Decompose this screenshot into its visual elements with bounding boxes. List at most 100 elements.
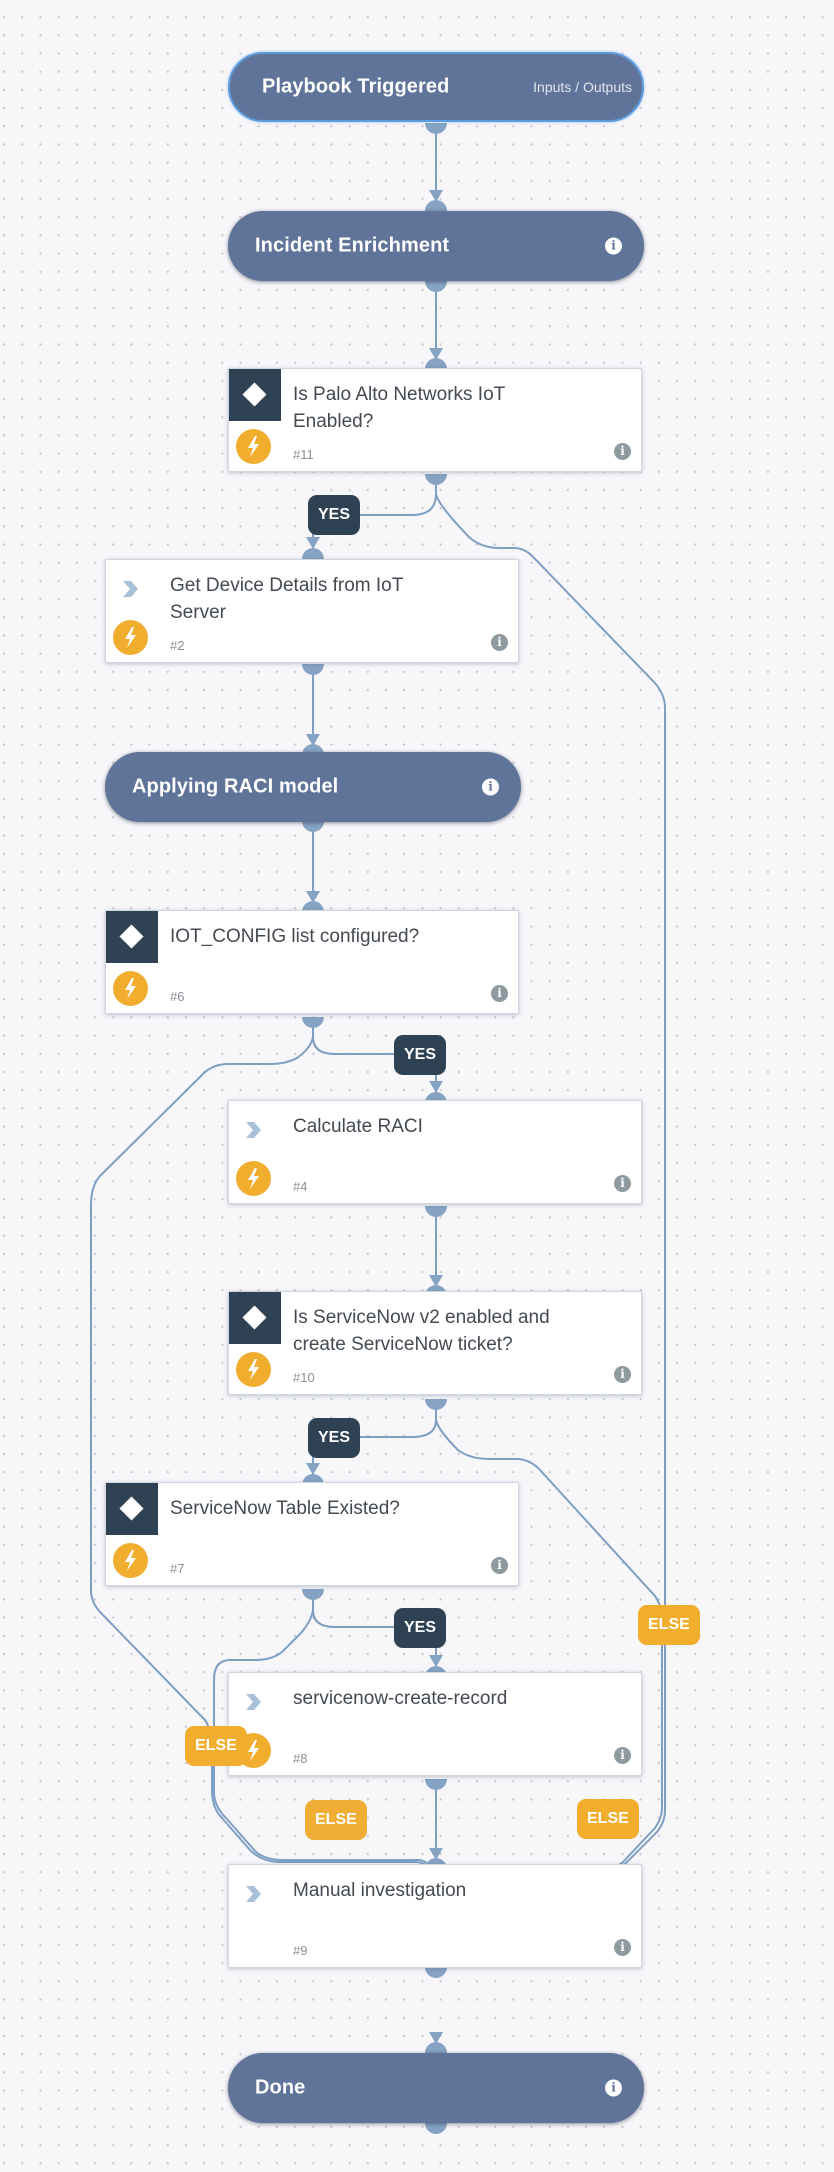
port-10-out xyxy=(425,1399,447,1410)
port-8-out xyxy=(425,1779,447,1790)
port-raci-out xyxy=(302,821,324,832)
arrowhead-9 xyxy=(429,1848,443,1860)
port-done-in xyxy=(425,2042,447,2053)
task-node-11[interactable]: Is Palo Alto Networks IoT Enabled? #11 i xyxy=(228,368,642,472)
port-enrichment-in xyxy=(425,200,447,211)
info-icon[interactable]: i xyxy=(605,2079,622,2097)
chevron-icon xyxy=(246,1886,261,1902)
port-6-out xyxy=(302,1017,324,1028)
port-11-out xyxy=(425,474,447,485)
task-node-10[interactable]: Is ServiceNow v2 enabled and create Serv… xyxy=(228,1291,642,1395)
condition-header xyxy=(106,1483,158,1535)
start-node-title: Playbook Triggered xyxy=(262,75,450,98)
edge-6-yes-to-4 xyxy=(312,1018,395,1055)
else-branch-tag: ELSE xyxy=(305,1800,367,1840)
chevron-icon xyxy=(246,1122,261,1138)
task-number: #10 xyxy=(293,1370,315,1385)
section-title: Done xyxy=(255,2076,306,2099)
condition-header xyxy=(106,911,158,963)
info-icon[interactable]: i xyxy=(614,1175,631,1192)
task-number: #2 xyxy=(170,638,185,653)
info-icon[interactable]: i xyxy=(482,778,499,796)
yes-branch-tag: YES xyxy=(308,495,361,535)
info-icon[interactable]: i xyxy=(614,1939,631,1956)
info-icon[interactable]: i xyxy=(614,443,631,460)
automation-bolt-icon xyxy=(236,429,271,464)
done-section[interactable]: Done i xyxy=(228,2053,644,2123)
task-label: ServiceNow Table Existed? xyxy=(170,1498,400,1519)
task-number: #11 xyxy=(293,447,314,462)
task-number: #6 xyxy=(170,989,185,1004)
port-done-out xyxy=(425,2123,447,2134)
automation-bolt-icon xyxy=(236,1161,271,1196)
info-icon[interactable]: i xyxy=(491,985,508,1002)
arrowhead-7 xyxy=(306,1463,320,1475)
condition-header xyxy=(229,1292,281,1344)
arrowhead-8 xyxy=(429,1655,443,1667)
task-number: #9 xyxy=(293,1943,308,1958)
task-label: Calculate RACI xyxy=(293,1116,423,1137)
arrowhead-raci xyxy=(306,734,320,746)
arrowhead-done xyxy=(429,2032,443,2044)
info-icon[interactable]: i xyxy=(605,237,622,255)
port-2-in xyxy=(302,548,324,559)
automation-bolt-icon xyxy=(236,1352,271,1387)
info-icon[interactable]: i xyxy=(491,1557,508,1574)
info-icon[interactable]: i xyxy=(491,634,508,651)
port-enrichment-out xyxy=(425,281,447,292)
arrowhead-2 xyxy=(306,537,320,549)
incident-enrichment-section[interactable]: Incident Enrichment i xyxy=(228,211,644,281)
else-branch-tag: ELSE xyxy=(577,1799,639,1839)
arrowhead-4 xyxy=(429,1081,443,1093)
task-node-7[interactable]: ServiceNow Table Existed? #7 i xyxy=(105,1482,519,1586)
automation-bolt-icon xyxy=(113,620,148,655)
port-start-out xyxy=(425,123,447,134)
automation-bolt-icon xyxy=(113,1543,148,1578)
task-label: Is Palo Alto Networks IoT Enabled? xyxy=(293,384,505,432)
diamond-icon xyxy=(119,1496,144,1521)
yes-branch-tag: YES xyxy=(394,1035,447,1075)
port-4-out xyxy=(425,1206,447,1217)
info-icon[interactable]: i xyxy=(614,1747,631,1764)
task-node-6[interactable]: IOT_CONFIG list configured? #6 i xyxy=(105,910,519,1014)
chevron-icon xyxy=(123,581,138,597)
task-label: servicenow-create-record xyxy=(293,1688,508,1709)
applying-raci-section[interactable]: Applying RACI model i xyxy=(105,752,521,822)
task-node-9[interactable]: Manual investigation #9 i xyxy=(228,1864,642,1968)
task-number: #8 xyxy=(293,1751,308,1766)
edge-7-yes-to-8 xyxy=(312,1590,395,1628)
else-branch-tag: ELSE xyxy=(185,1726,247,1766)
task-label: Manual investigation xyxy=(293,1880,467,1901)
task-number: #4 xyxy=(293,1179,308,1194)
task-label: Get Device Details from IoT Server xyxy=(170,575,404,623)
arrowhead-6 xyxy=(306,891,320,903)
info-icon[interactable]: i xyxy=(614,1366,631,1383)
task-label: IOT_CONFIG list configured? xyxy=(170,926,420,947)
yes-branch-tag: YES xyxy=(394,1608,447,1648)
yes-branch-tag: YES xyxy=(308,1418,361,1458)
else-branch-tag: ELSE xyxy=(638,1605,700,1645)
section-title: Applying RACI model xyxy=(132,775,339,798)
automation-bolt-icon xyxy=(113,971,148,1006)
task-node-2[interactable]: Get Device Details from IoT Server #2 i xyxy=(105,559,519,663)
task-label: Is ServiceNow v2 enabled and create Serv… xyxy=(293,1307,550,1355)
inputs-outputs-link[interactable]: Inputs / Outputs xyxy=(533,79,632,95)
task-number: #7 xyxy=(170,1561,185,1576)
arrowhead-10 xyxy=(429,1275,443,1287)
task-node-4[interactable]: Calculate RACI #4 i xyxy=(228,1100,642,1204)
arrowhead-enrichment xyxy=(429,190,443,202)
arrowhead-11 xyxy=(429,348,443,360)
section-title: Incident Enrichment xyxy=(255,234,450,257)
diamond-icon xyxy=(242,382,267,407)
edge-10-yes-to-7 xyxy=(355,1400,437,1438)
diamond-icon xyxy=(242,1305,267,1330)
chevron-icon xyxy=(246,1694,261,1710)
port-7-out xyxy=(302,1589,324,1600)
connector-layer xyxy=(90,123,666,2134)
port-2-out xyxy=(302,664,324,675)
condition-header xyxy=(229,369,281,421)
port-9-out xyxy=(425,1967,447,1978)
playbook-triggered-node[interactable]: Playbook Triggered Inputs / Outputs xyxy=(228,52,644,122)
diamond-icon xyxy=(119,924,144,949)
task-node-8[interactable]: servicenow-create-record #8 i xyxy=(228,1672,642,1776)
